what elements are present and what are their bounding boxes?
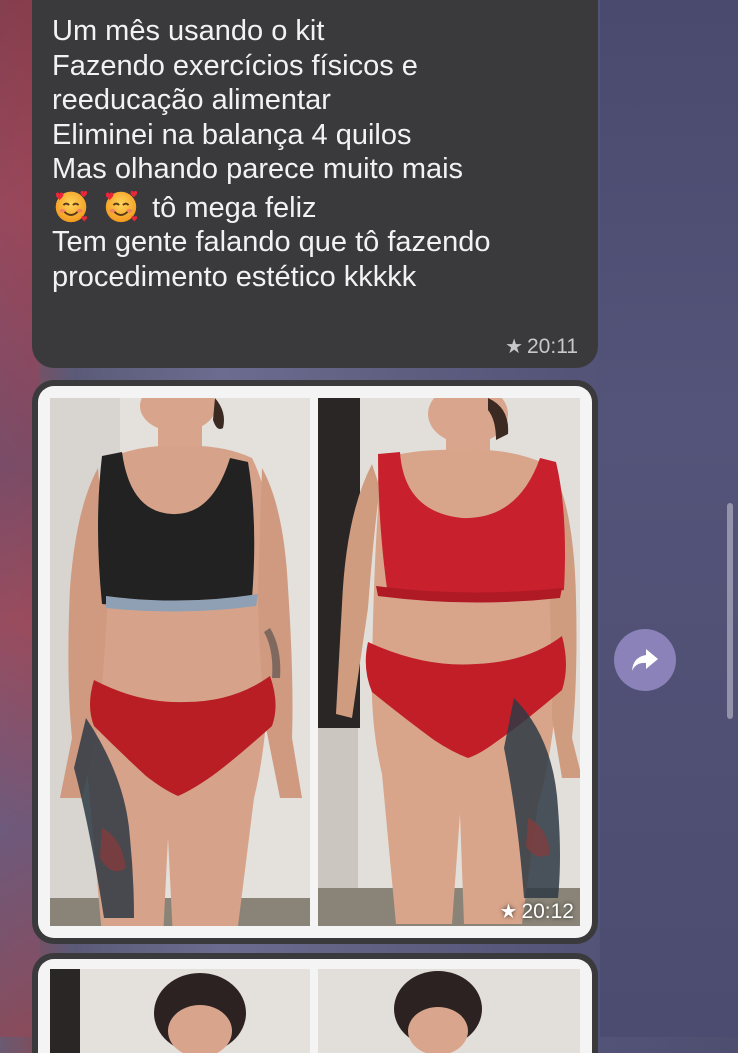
message-meta: ★ 20:11 [505,334,578,359]
message-time: 20:11 [527,334,578,358]
wallpaper-band [600,0,738,1037]
message-line: Mas olhando parece muito mais [52,153,464,185]
message-line: reeducação alimentar [52,84,331,116]
photo-meta: ★ 20:12 [500,899,575,924]
star-icon: ★ [505,336,523,358]
after-photo[interactable] [318,398,580,926]
forward-arrow-icon [632,649,658,671]
message-line: Tem gente falando que tô fazendo [52,226,491,258]
before-photo[interactable] [50,398,310,926]
photo-time: 20:12 [521,899,574,923]
star-icon: ★ [499,901,518,923]
photo-collage[interactable] [38,959,592,1053]
text-message-bubble[interactable]: Um mês usando o kit Fazendo exercícios f… [32,0,598,368]
smiling-face-with-hearts-icon [55,190,88,222]
photo-message-bubble[interactable]: ★ 20:12 [32,380,598,944]
message-line: tô mega feliz [152,191,317,224]
smiling-face-with-hearts-icon [105,190,138,222]
message-line: Fazendo exercícios físicos e [52,49,418,82]
photo-message-bubble[interactable] [32,953,598,1053]
message-line: Eliminei na balança 4 quilos [52,118,412,151]
after-photo[interactable] [318,969,580,1053]
message-line: procedimento estético kkkkk [52,260,417,293]
message-line-emoji: tô mega feliz [52,187,578,226]
photo-collage[interactable]: ★ 20:12 [38,386,592,938]
scrollbar[interactable] [727,503,733,719]
forward-button[interactable] [614,629,676,691]
before-photo[interactable] [50,969,310,1053]
message-line: Um mês usando o kit [52,15,325,47]
